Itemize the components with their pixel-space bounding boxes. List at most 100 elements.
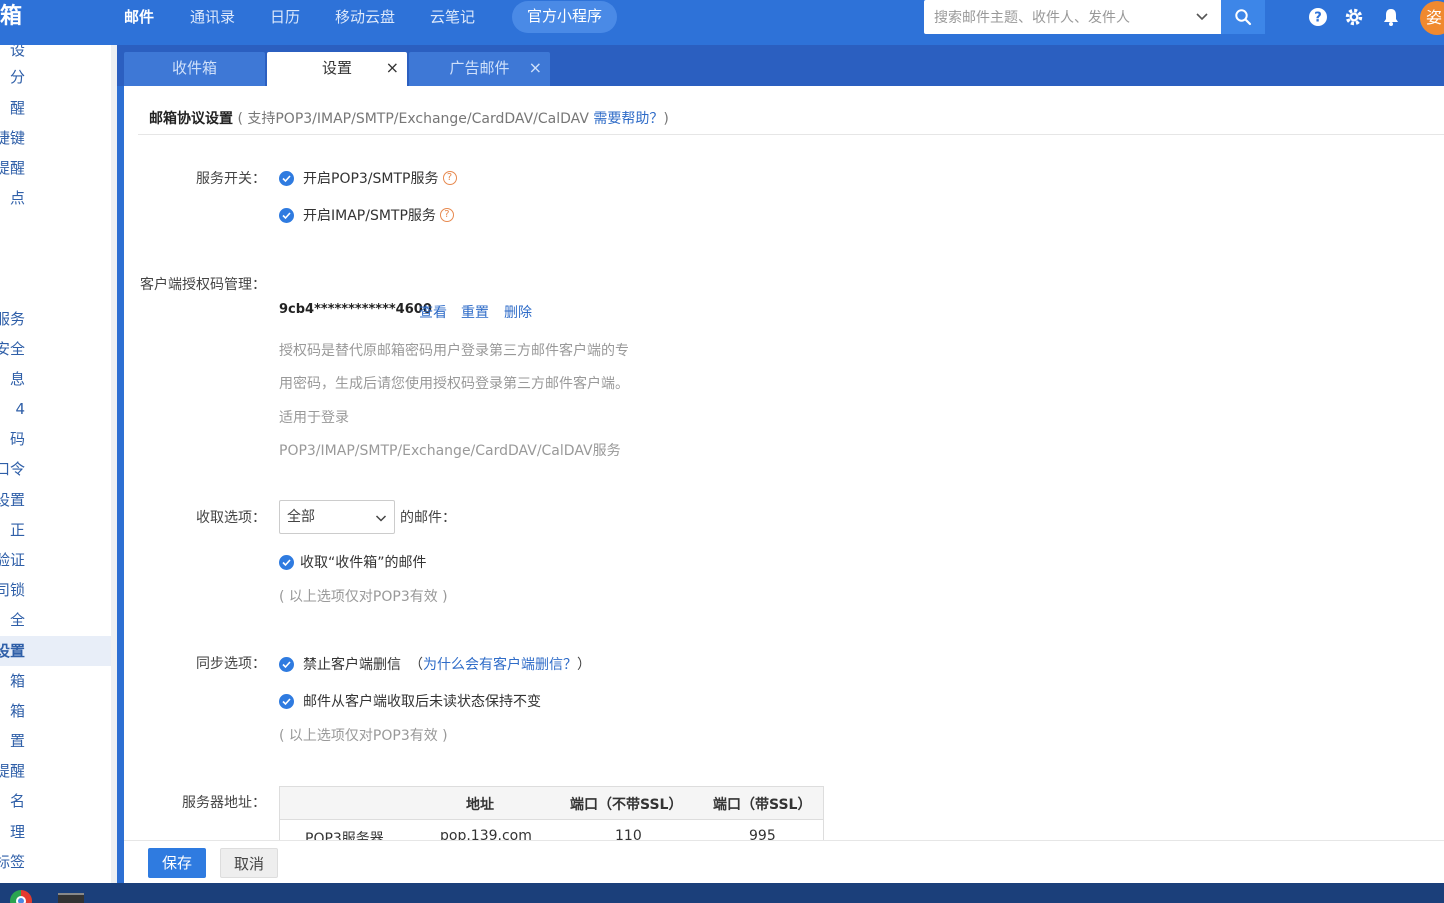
sidebar-item-label: 码 xyxy=(9,430,25,448)
sidebar-item[interactable]: 4 xyxy=(0,394,111,424)
sidebar-item[interactable]: 捷键 xyxy=(0,123,111,153)
sidebar-item-label: 与标签 xyxy=(0,853,25,871)
sidebar-item-label: 箱 xyxy=(9,702,25,720)
sidebar-item[interactable]: 登录口令 xyxy=(0,454,111,484)
fetch-select-value: 全部 xyxy=(287,509,315,525)
settings-panel: 邮箱协议设置 ( 支持POP3/IMAP/SMTP/Exchange/CardD… xyxy=(124,86,1444,883)
tab-ad-mail[interactable]: 广告邮件 × xyxy=(409,52,550,86)
tab-inbox[interactable]: 收件箱 xyxy=(124,52,265,86)
sidebar-item[interactable]: 理 xyxy=(0,817,111,847)
keep-unread-label: 邮件从客户端收取后未读状态保持不变 xyxy=(303,694,541,710)
sidebar-item[interactable]: 正 xyxy=(0,515,111,545)
keep-unread-checkbox[interactable]: 邮件从客户端收取后未读状态保持不变 xyxy=(279,691,541,711)
section-subtitle: ( 支持POP3/IMAP/SMTP/Exchange/CardDAV/CalD… xyxy=(237,111,594,127)
pop3-checkbox[interactable]: 开启POP3/SMTP服务 ? xyxy=(279,168,457,188)
gear-icon[interactable] xyxy=(1344,7,1364,27)
auth-code: 9cb4************4600 xyxy=(279,302,432,317)
sidebar-item[interactable]: 码 xyxy=(0,424,111,454)
sidebar-item[interactable]: S提醒 xyxy=(0,153,111,183)
why-client-delete-link[interactable]: 为什么会有客户端删信？ xyxy=(423,654,577,674)
sidebar-item-label: S提醒 xyxy=(0,159,25,177)
sidebar-item-label: 服务 xyxy=(0,310,25,328)
delete-link[interactable]: 删除 xyxy=(504,302,532,322)
nav-notes[interactable]: 云笔记 xyxy=(430,0,475,34)
logo: 箱 xyxy=(0,4,23,29)
bell-icon[interactable] xyxy=(1381,7,1401,27)
sidebar-item[interactable]: 箱 xyxy=(0,666,111,696)
sync-note: ( 以上选项仅对POP3有效 ) xyxy=(279,728,448,744)
help-link[interactable]: 需要帮助？ xyxy=(593,111,663,127)
sidebar-item-label: 箱 xyxy=(9,672,25,690)
sidebar-item[interactable]: 与标签 xyxy=(0,847,111,877)
auth-description: POP3/IMAP/SMTP/Exchange/CardDAV/CalDAV服务 xyxy=(279,443,621,459)
fetch-suffix: 的邮件： xyxy=(400,510,456,526)
sidebar-item[interactable]: 录设置 xyxy=(0,485,111,515)
sidebar-item-label: 表及提醒 xyxy=(0,762,25,780)
cancel-button[interactable]: 取消 xyxy=(220,848,278,878)
service-label: 服务开关： xyxy=(196,171,266,187)
sidebar-item-label: 安全 xyxy=(0,340,25,358)
close-icon[interactable]: × xyxy=(386,52,399,84)
avatar[interactable]: 姿 xyxy=(1420,1,1444,35)
sidebar-item[interactable]: 全 xyxy=(0,605,111,635)
sidebar-item-label: 全 xyxy=(9,611,25,629)
chrome-icon[interactable] xyxy=(10,890,32,903)
tab-settings[interactable]: 设置 × xyxy=(267,52,407,86)
help-icon[interactable]: ? xyxy=(1308,7,1328,27)
sidebar-item-label: 议设置 xyxy=(0,642,25,660)
sidebar-item[interactable]: 司锁 xyxy=(0,575,111,605)
save-button[interactable]: 保存 xyxy=(148,848,206,878)
sidebar-item-protocol-settings[interactable]: 议设置 xyxy=(0,636,111,666)
sidebar-item[interactable]: 息 xyxy=(0,364,111,394)
check-icon xyxy=(279,693,294,709)
fetch-inbox-label: 收取“收件箱”的邮件 xyxy=(300,555,427,571)
sidebar-item[interactable]: 次验证 xyxy=(0,545,111,575)
no-client-delete-checkbox[interactable]: 禁止客户端删信 （为什么会有客户端删信？） xyxy=(279,654,591,674)
column-header: 地址 xyxy=(466,797,494,813)
close-icon[interactable]: × xyxy=(529,52,542,84)
sidebar-item-label: 次验证 xyxy=(0,551,25,569)
auth-description: 授权码是替代原邮箱密码用户登录第三方邮件客户端的专 xyxy=(279,343,629,359)
auth-description: 适用于登录 xyxy=(279,410,349,426)
sidebar-item[interactable]: 表及提醒 xyxy=(0,756,111,786)
help-question-icon[interactable]: ? xyxy=(439,208,454,222)
nav-cloud-drive[interactable]: 移动云盘 xyxy=(335,0,395,34)
page-title: 邮箱协议设置 xyxy=(149,111,233,127)
column-header: 端口（带SSL） xyxy=(713,797,812,813)
sidebar-item[interactable]: 点 xyxy=(0,183,111,213)
sidebar-item[interactable]: 醒 xyxy=(0,93,111,123)
search-input[interactable] xyxy=(924,0,1184,34)
chevron-down-icon xyxy=(375,515,387,522)
top-bar: 箱 邮件 通讯录 日历 移动云盘 云笔记 官方小程序 ? 姿 xyxy=(0,0,1444,45)
paren-open: （ xyxy=(409,657,423,673)
check-icon xyxy=(279,656,294,672)
chevron-down-icon[interactable] xyxy=(1195,9,1209,23)
sidebar-item[interactable]: 安全 xyxy=(0,334,111,364)
section-title: 邮箱协议设置 ( 支持POP3/IMAP/SMTP/Exchange/CardD… xyxy=(149,108,669,128)
sidebar-item[interactable]: 箱 xyxy=(0,696,111,726)
imap-checkbox[interactable]: 开启IMAP/SMTP服务 ? xyxy=(279,205,454,225)
sidebar-item[interactable]: 分 xyxy=(0,62,111,92)
sidebar-item[interactable]: 置 xyxy=(0,726,111,756)
search-box xyxy=(924,0,1221,34)
view-link[interactable]: 查看 xyxy=(419,302,447,322)
nav-calendar[interactable]: 日历 xyxy=(270,0,300,34)
nav-mail[interactable]: 邮件 xyxy=(124,0,154,34)
reset-link[interactable]: 重置 xyxy=(461,302,489,322)
sidebar-item-label: 理 xyxy=(9,823,25,841)
sidebar-item[interactable]: 名 xyxy=(0,786,111,816)
terminal-icon[interactable] xyxy=(58,893,84,903)
fetch-inbox-checkbox[interactable]: 收取“收件箱”的邮件 xyxy=(279,552,427,572)
search-icon xyxy=(1235,9,1252,26)
search-button[interactable] xyxy=(1221,0,1265,34)
help-question-icon[interactable]: ? xyxy=(442,171,457,185)
nav-contacts[interactable]: 通讯录 xyxy=(190,0,235,34)
footer-bar: 保存 取消 xyxy=(124,840,1444,883)
fetch-label: 收取选项： xyxy=(196,510,266,526)
fetch-select[interactable]: 全部 xyxy=(279,500,395,534)
sidebar-item-label: 名 xyxy=(9,792,25,810)
mini-program-button[interactable]: 官方小程序 xyxy=(512,1,617,33)
svg-text:?: ? xyxy=(1314,11,1322,26)
sidebar-item[interactable]: 服务 xyxy=(0,304,111,334)
divider xyxy=(138,134,1444,135)
